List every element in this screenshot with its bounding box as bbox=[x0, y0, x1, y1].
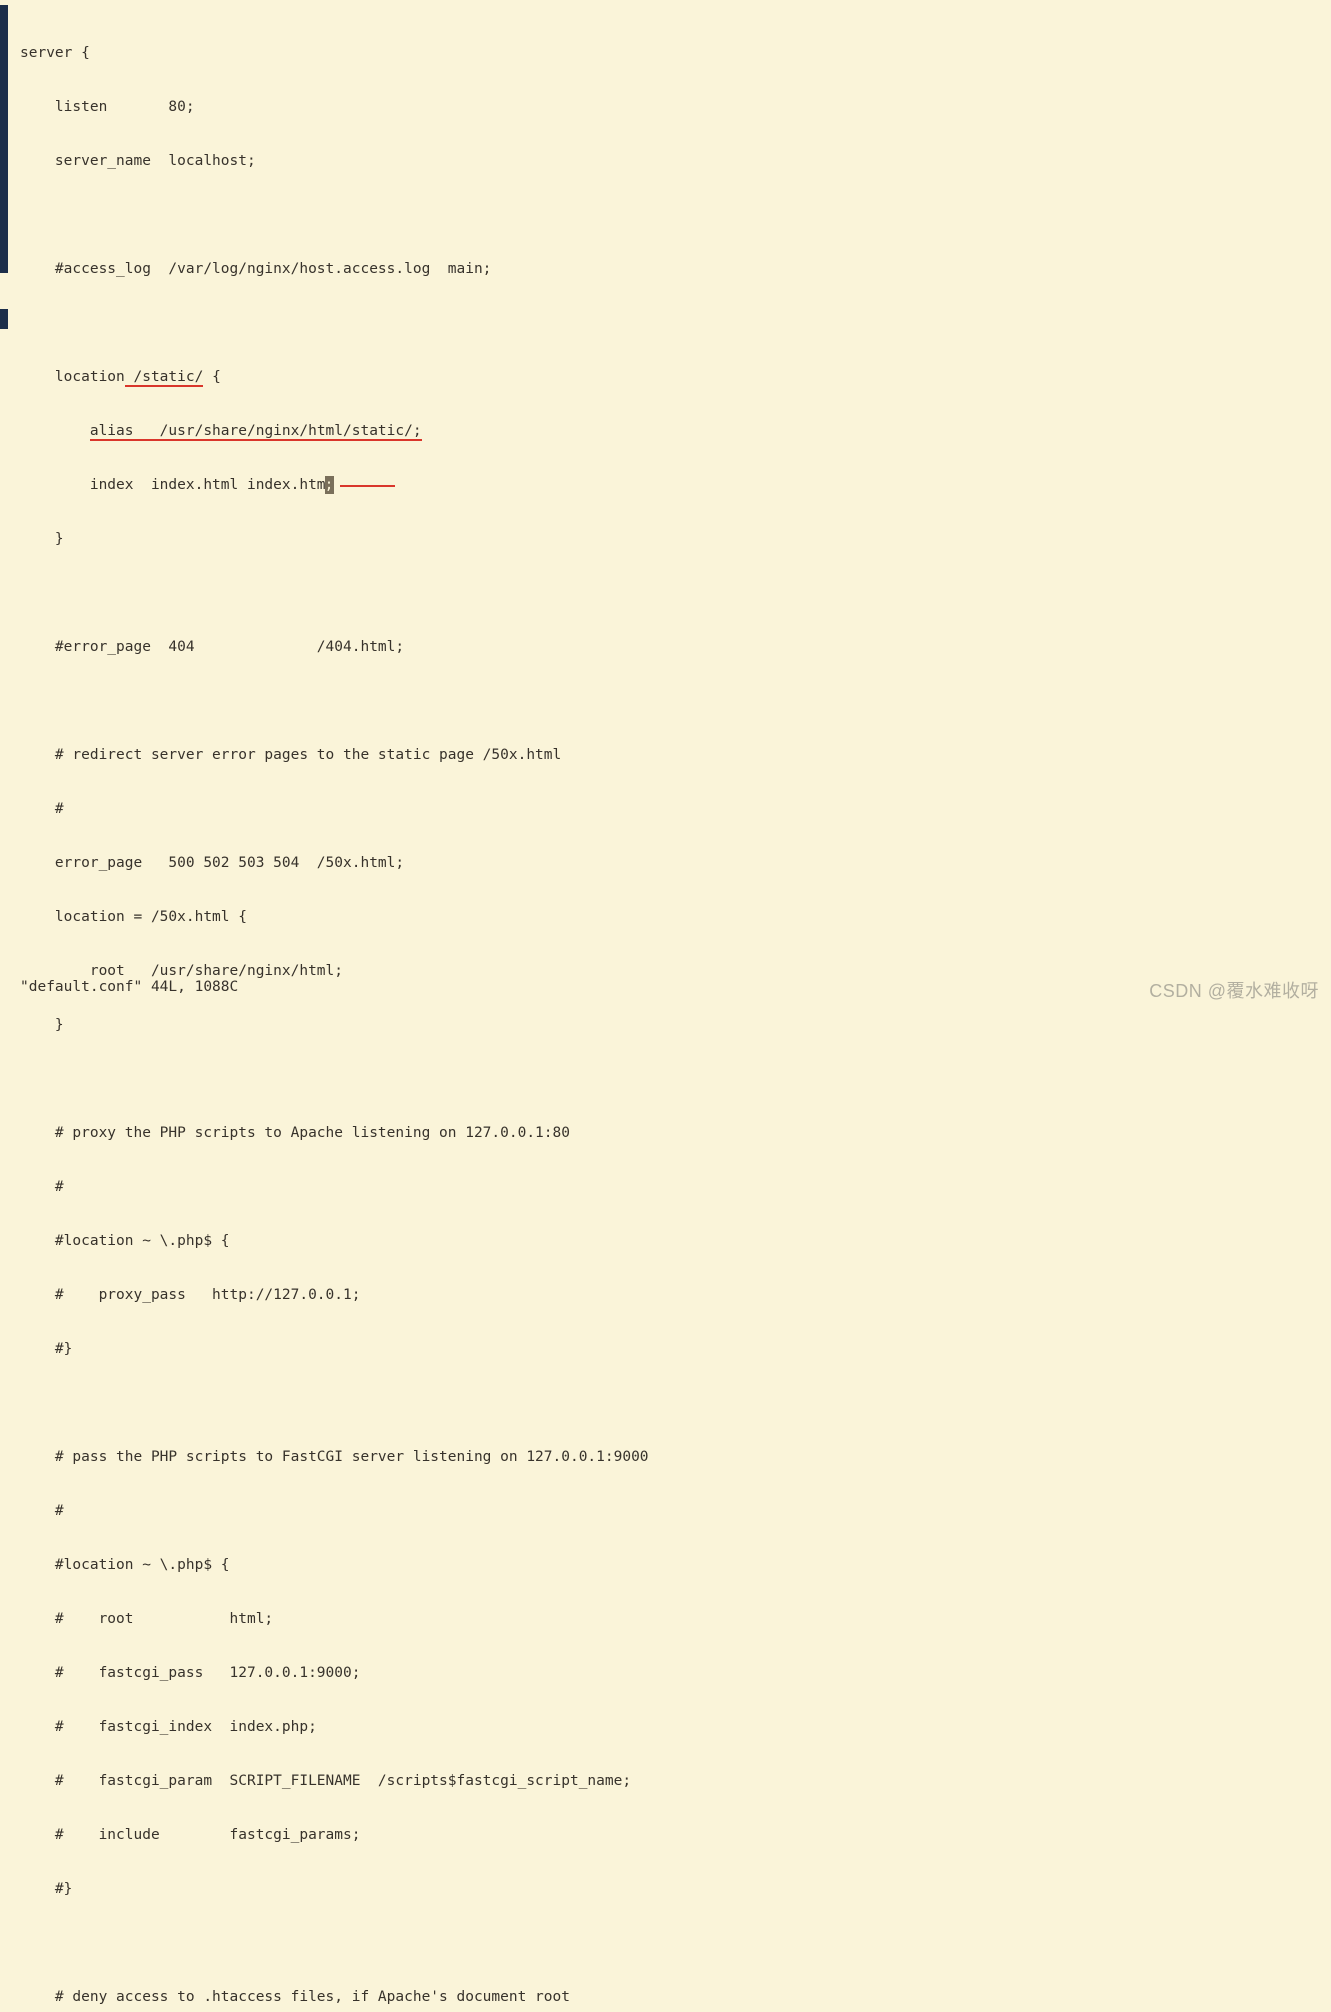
code-line: # include fastcgi_params; bbox=[20, 1826, 1323, 1844]
code-line: # redirect server error pages to the sta… bbox=[20, 746, 1323, 764]
code-line bbox=[20, 1934, 1323, 1952]
gutter-mark-top bbox=[0, 5, 8, 273]
code-line: location /static/ { bbox=[20, 368, 1323, 386]
code-line bbox=[20, 314, 1323, 332]
editor-cursor: ; bbox=[325, 476, 334, 494]
code-line: #error_page 404 /404.html; bbox=[20, 638, 1323, 656]
code-line: #location ~ \.php$ { bbox=[20, 1232, 1323, 1250]
code-line bbox=[20, 1394, 1323, 1412]
code-line: # root html; bbox=[20, 1610, 1323, 1628]
code-line bbox=[20, 1070, 1323, 1088]
code-line: #access_log /var/log/nginx/host.access.l… bbox=[20, 260, 1323, 278]
code-line: server_name localhost; bbox=[20, 152, 1323, 170]
annotation-stroke bbox=[340, 485, 395, 487]
code-line: } bbox=[20, 530, 1323, 548]
editor-gutter bbox=[0, 0, 8, 1006]
gutter-mark-mid bbox=[0, 309, 8, 329]
code-line: location = /50x.html { bbox=[20, 908, 1323, 926]
code-line: # bbox=[20, 1178, 1323, 1196]
code-line: index index.html index.htm; bbox=[20, 476, 1323, 494]
code-line: alias /usr/share/nginx/html/static/; bbox=[20, 422, 1323, 440]
code-line: # deny access to .htaccess files, if Apa… bbox=[20, 1988, 1323, 2006]
code-line: # fastcgi_index index.php; bbox=[20, 1718, 1323, 1736]
code-line: # fastcgi_pass 127.0.0.1:9000; bbox=[20, 1664, 1323, 1682]
code-line: # proxy_pass http://127.0.0.1; bbox=[20, 1286, 1323, 1304]
code-line: listen 80; bbox=[20, 98, 1323, 116]
code-line: # proxy the PHP scripts to Apache listen… bbox=[20, 1124, 1323, 1142]
watermark-text: CSDN @覆水难收呀 bbox=[1149, 982, 1319, 1000]
code-line: # fastcgi_param SCRIPT_FILENAME /scripts… bbox=[20, 1772, 1323, 1790]
code-line bbox=[20, 584, 1323, 602]
vim-status-line: "default.conf" 44L, 1088C bbox=[20, 978, 238, 996]
code-line: #} bbox=[20, 1880, 1323, 1898]
code-line: #} bbox=[20, 1340, 1323, 1358]
code-line bbox=[20, 206, 1323, 224]
code-line: error_page 500 502 503 504 /50x.html; bbox=[20, 854, 1323, 872]
code-line: # bbox=[20, 800, 1323, 818]
code-line: server { bbox=[20, 44, 1323, 62]
code-line: # pass the PHP scripts to FastCGI server… bbox=[20, 1448, 1323, 1466]
code-line: # bbox=[20, 1502, 1323, 1520]
editor-content[interactable]: server { listen 80; server_name localhos… bbox=[20, 8, 1323, 2012]
annotation-underline: /static/ bbox=[125, 369, 204, 387]
code-line: #location ~ \.php$ { bbox=[20, 1556, 1323, 1574]
annotation-underline: alias /usr/share/nginx/html/static/; bbox=[90, 423, 422, 441]
code-line bbox=[20, 692, 1323, 710]
code-line: } bbox=[20, 1016, 1323, 1034]
